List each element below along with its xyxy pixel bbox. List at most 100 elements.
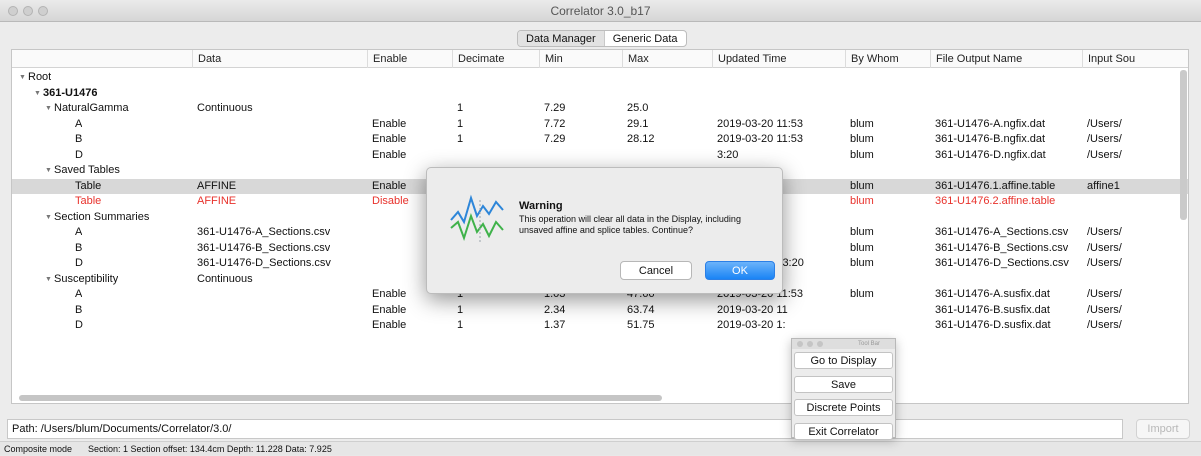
tool-bar-palette: Tool Bar Go to Display Save Discrete Poi…	[791, 338, 896, 440]
table-header: Data Enable Decimate Min Max Updated Time By W…	[12, 50, 1188, 68]
table-row[interactable]: ▼ NaturalGamma Continuous 1 7.29 25.0	[12, 101, 1188, 117]
window-title: Correlator 3.0_b17	[550, 4, 651, 18]
row-input-source: /Users/	[1087, 241, 1122, 254]
row-decimate: 1	[457, 117, 464, 130]
row-input-source: /Users/	[1087, 148, 1122, 161]
row-data: 361-U1476-A_Sections.csv	[197, 226, 331, 238]
tab-bar: Data Manager Generic Data	[517, 30, 687, 47]
column-header[interactable]: Min	[539, 50, 563, 68]
column-header[interactable]: Input Sou	[1082, 50, 1135, 68]
row-enable: Enable	[372, 288, 407, 300]
column-header[interactable]: Max	[622, 50, 649, 68]
column-header[interactable]: File Output Name	[930, 50, 1022, 68]
status-info: Section: 1 Section offset: 134.4cm Depth…	[88, 444, 332, 454]
row-name: B	[75, 303, 83, 316]
row-name: D	[75, 319, 83, 331]
row-name: Table	[75, 179, 102, 192]
row-file-output-name: 361-U1476-D.susfix.dat	[935, 319, 1051, 331]
table-row[interactable]: A Enable 1 7.72 29.1 2019-03-20 11:53 blum 361-…	[12, 117, 1188, 133]
column-header[interactable]: Enable	[367, 50, 407, 68]
dialog-title: Warning	[519, 200, 563, 212]
tab-data-manager[interactable]: Data Manager	[518, 31, 605, 46]
tool-bar-title-bar[interactable]: Tool Bar	[792, 339, 895, 349]
row-max: 51.75	[627, 319, 655, 331]
table-row[interactable]: B Enable 1 7.29 28.12 2019-03-20 11:53 blum 361…	[12, 132, 1188, 148]
disclosure-triangle-icon[interactable]: ▼	[45, 272, 52, 288]
row-file-output-name: 361-U1476-A_Sections.csv	[935, 226, 1069, 238]
row-by-whom: blum	[850, 195, 874, 207]
row-data: 361-U1476-B_Sections.csv	[197, 241, 331, 254]
row-name: D	[75, 148, 83, 161]
row-enable: Enable	[372, 179, 407, 192]
tool-bar-minimize-button[interactable]	[807, 341, 813, 347]
tool-bar-close-button[interactable]	[797, 341, 803, 347]
horizontal-scrollbar[interactable]	[19, 395, 662, 401]
row-name: Saved Tables	[54, 164, 120, 176]
row-name: A	[75, 226, 83, 238]
import-button[interactable]: Import	[1136, 419, 1190, 439]
row-decimate: 1	[457, 319, 464, 331]
column-header[interactable]: Data	[192, 50, 221, 68]
column-header[interactable]: Updated Time	[712, 50, 786, 68]
discrete-points-button[interactable]: Discrete Points	[794, 399, 893, 416]
dialog-message: This operation will clear all data in th…	[519, 214, 741, 235]
table-row[interactable]: ▼ Root	[12, 70, 1188, 86]
save-button[interactable]: Save	[794, 376, 893, 393]
title-bar[interactable]: Correlator 3.0_b17	[0, 0, 1201, 22]
table-row[interactable]: B Enable 1 2.34 63.74 2019-03-20 11 361-U1476-…	[12, 303, 1188, 319]
row-name: Susceptibility	[54, 272, 119, 285]
row-file-output-name: 361-U1476-B_Sections.csv	[935, 241, 1069, 254]
row-by-whom: blum	[850, 133, 874, 145]
ok-button[interactable]: OK	[705, 261, 775, 280]
column-header[interactable]	[12, 50, 17, 68]
disclosure-triangle-icon[interactable]: ▼	[19, 70, 26, 86]
row-file-output-name: 361-U1476-B.ngfix.dat	[935, 133, 1046, 145]
row-data: Continuous	[197, 272, 253, 285]
column-header[interactable]: By Whom	[845, 50, 899, 68]
row-by-whom: blum	[850, 179, 874, 192]
vertical-scrollbar[interactable]	[1180, 70, 1187, 220]
go-to-display-button[interactable]: Go to Display	[794, 352, 893, 369]
row-enable: Enable	[372, 148, 407, 161]
row-file-output-name: 361-U1476-B.susfix.dat	[935, 303, 1050, 316]
row-enable: Disable	[372, 195, 409, 207]
row-file-output-name: 361-U1476.1.affine.table	[935, 179, 1056, 192]
row-input-source: /Users/	[1087, 117, 1122, 130]
row-name: Section Summaries	[54, 210, 150, 223]
table-row[interactable]: D Enable 3:20 blum 361-U1476-D.ngfix.dat/Use…	[12, 148, 1188, 164]
row-input-source: /Users/	[1087, 133, 1122, 145]
row-max: 28.12	[627, 133, 655, 145]
row-data: 361-U1476-D_Sections.csv	[197, 257, 331, 269]
column-header[interactable]: Decimate	[452, 50, 504, 68]
row-decimate: 1	[457, 102, 464, 114]
path-field[interactable]: Path: /Users/blum/Documents/Correlator/3…	[7, 419, 1123, 439]
disclosure-triangle-icon[interactable]: ▼	[45, 163, 52, 179]
table-row[interactable]: D Enable 1 1.37 51.75 2019-03-20 1: 361-U1476-…	[12, 318, 1188, 334]
row-max: 63.74	[627, 303, 655, 316]
cancel-button[interactable]: Cancel	[620, 261, 692, 280]
row-input-source: /Users/	[1087, 257, 1122, 269]
row-file-output-name: 361-U1476-A.ngfix.dat	[935, 117, 1046, 130]
row-name: A	[75, 117, 83, 130]
disclosure-triangle-icon[interactable]: ▼	[45, 101, 52, 117]
row-name: NaturalGamma	[54, 102, 129, 114]
row-data: AFFINE	[197, 195, 237, 207]
warning-dialog: Warning This operation will clear all da…	[426, 167, 783, 294]
tab-generic-data[interactable]: Generic Data	[605, 31, 686, 46]
exit-correlator-button[interactable]: Exit Correlator	[794, 423, 893, 440]
row-name: B	[75, 133, 83, 145]
row-enable: Enable	[372, 303, 407, 316]
row-file-output-name: 361-U1476-D_Sections.csv	[935, 257, 1069, 269]
tool-bar-zoom-button[interactable]	[817, 341, 823, 347]
disclosure-triangle-icon[interactable]: ▼	[34, 86, 41, 102]
correlator-waveform-icon	[450, 194, 504, 244]
tool-bar-title: Tool Bar	[858, 341, 881, 347]
row-input-source: affine1	[1087, 179, 1120, 192]
row-updated-time: 2019-03-20 11:53	[717, 117, 804, 130]
row-max: 25.0	[627, 102, 649, 114]
table-row[interactable]: ▼ 361-U1476	[12, 86, 1188, 102]
row-updated-time: 3:20	[717, 148, 739, 161]
disclosure-triangle-icon[interactable]: ▼	[45, 210, 52, 226]
row-file-output-name: 361-U1476-D.ngfix.dat	[935, 148, 1046, 161]
row-min: 7.29	[544, 102, 566, 114]
